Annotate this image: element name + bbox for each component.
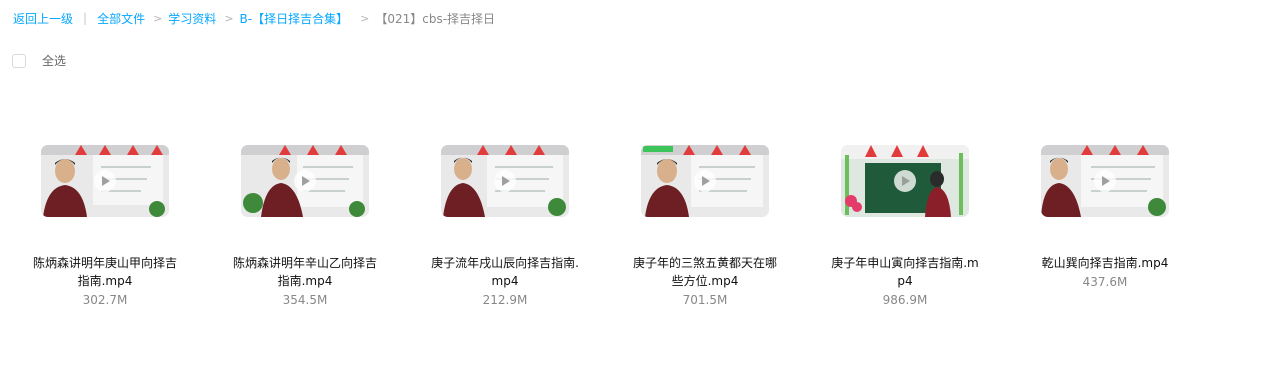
breadcrumb-study-materials[interactable]: 学习资料	[168, 10, 216, 27]
select-all-label: 全选	[42, 54, 67, 68]
breadcrumb-separator: >	[224, 11, 234, 25]
video-play-icon[interactable]	[294, 170, 316, 192]
video-thumbnail[interactable]	[1041, 145, 1169, 217]
file-size: 354.5M	[282, 293, 328, 307]
file-size: 701.5M	[682, 293, 728, 307]
select-all-control[interactable]: 全选	[12, 52, 66, 69]
file-name[interactable]: 庚子年的三煞五黄都天在哪些方位.mp4	[630, 254, 780, 290]
video-thumbnail[interactable]	[441, 145, 569, 217]
file-name[interactable]: 庚子流年戌山辰向择吉指南.mp4	[430, 254, 580, 290]
breadcrumb-separator: >	[360, 11, 370, 25]
breadcrumb-separator: >	[153, 11, 163, 25]
breadcrumb-all-files[interactable]: 全部文件	[97, 10, 145, 27]
video-thumbnail[interactable]	[641, 145, 769, 217]
file-size: 437.6M	[1082, 275, 1128, 289]
file-name[interactable]: 庚子年申山寅向择吉指南.mp4	[830, 254, 980, 290]
file-item[interactable]: 庚子年的三煞五黄都天在哪些方位.mp4 701.5M	[625, 145, 785, 309]
select-all-checkbox[interactable]	[12, 53, 26, 68]
file-size: 302.7M	[82, 293, 128, 307]
breadcrumb-collection[interactable]: B-【择日择吉合集】	[240, 10, 349, 27]
file-item[interactable]: 庚子流年戌山辰向择吉指南.mp4 212.9M	[425, 145, 585, 309]
video-thumbnail[interactable]	[241, 145, 369, 217]
file-item[interactable]: 陈炳森讲明年辛山乙向择吉指南.mp4 354.5M	[225, 145, 385, 309]
video-play-icon[interactable]	[94, 170, 116, 192]
file-browser-page: 返回上一级 | 全部文件 > 学习资料 > B-【择日择吉合集】 > 【021】…	[0, 0, 1282, 379]
breadcrumb: 返回上一级 | 全部文件 > 学习资料 > B-【择日择吉合集】 > 【021】…	[13, 9, 495, 27]
file-name[interactable]: 陈炳森讲明年庚山甲向择吉指南.mp4	[30, 254, 180, 290]
file-item[interactable]: 陈炳森讲明年庚山甲向择吉指南.mp4 302.7M	[25, 145, 185, 309]
file-size: 986.9M	[882, 293, 928, 307]
file-item[interactable]: 乾山巽向择吉指南.mp4 437.6M	[1025, 145, 1185, 291]
video-thumbnail[interactable]	[41, 145, 169, 217]
video-play-icon[interactable]	[494, 170, 516, 192]
file-size: 212.9M	[482, 293, 528, 307]
file-name[interactable]: 陈炳森讲明年辛山乙向择吉指南.mp4	[230, 254, 380, 290]
video-thumbnail[interactable]	[841, 145, 969, 217]
file-item[interactable]: 庚子年申山寅向择吉指南.mp4 986.9M	[825, 145, 985, 309]
video-play-icon[interactable]	[694, 170, 716, 192]
video-play-icon[interactable]	[894, 170, 916, 192]
breadcrumb-divider: |	[83, 11, 88, 25]
video-play-icon[interactable]	[1094, 170, 1116, 192]
file-name[interactable]: 乾山巽向择吉指南.mp4	[1030, 254, 1180, 272]
back-link[interactable]: 返回上一级	[13, 10, 73, 27]
breadcrumb-current-folder: 【021】cbs-择吉择日	[375, 11, 496, 26]
